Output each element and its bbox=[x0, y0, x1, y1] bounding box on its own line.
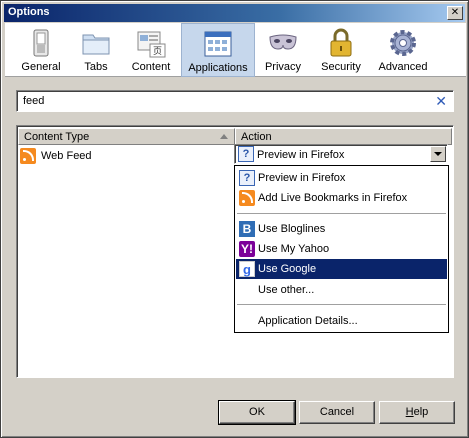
tab-privacy[interactable]: Privacy bbox=[257, 23, 309, 77]
applications-window-icon bbox=[204, 31, 232, 57]
options-window: Options ✕ General Tabs 页 Content Applica… bbox=[0, 0, 469, 438]
close-icon: ✕ bbox=[450, 7, 460, 18]
advanced-gear-icon bbox=[390, 30, 416, 56]
menu-item-label: Use My Yahoo bbox=[258, 243, 330, 255]
menu-item-label: Use Google bbox=[258, 263, 317, 275]
menu-item-use-bloglines[interactable]: B Use Bloglines bbox=[236, 219, 447, 239]
menu-item-application-details[interactable]: Application Details... bbox=[236, 311, 447, 331]
privacy-mask-icon bbox=[269, 34, 297, 50]
tab-advanced[interactable]: Advanced bbox=[371, 23, 435, 77]
sort-ascending-icon bbox=[220, 134, 228, 139]
menu-item-use-google[interactable]: g Use Google bbox=[236, 259, 447, 279]
search-text: feed bbox=[23, 95, 45, 107]
tab-advanced-label: Advanced bbox=[378, 61, 428, 73]
tab-tabs[interactable]: Tabs bbox=[71, 23, 121, 77]
tab-general-label: General bbox=[21, 61, 61, 73]
action-dropdown[interactable]: ? Preview in Firefox bbox=[234, 144, 448, 164]
svg-text:页: 页 bbox=[153, 46, 162, 57]
help-button-label: Help bbox=[405, 406, 429, 418]
column-header-content-type[interactable]: Content Type bbox=[18, 128, 235, 145]
column-header-action[interactable]: Action bbox=[235, 128, 452, 145]
menu-item-label: Add Live Bookmarks in Firefox bbox=[258, 192, 408, 204]
help-button[interactable]: Help bbox=[379, 401, 455, 424]
column-header-label: Content Type bbox=[24, 131, 90, 143]
menu-item-label: Preview in Firefox bbox=[258, 172, 346, 184]
tab-security[interactable]: Security bbox=[313, 23, 369, 77]
menu-separator bbox=[237, 304, 446, 305]
title-bar[interactable]: Options ✕ bbox=[4, 4, 465, 22]
preview-icon: ? bbox=[238, 146, 254, 162]
tab-applications-label: Applications bbox=[188, 62, 248, 74]
chevron-down-icon[interactable] bbox=[430, 146, 446, 162]
tab-content-label: Content bbox=[131, 61, 171, 73]
clear-search-icon[interactable]: ✕ bbox=[435, 93, 447, 110]
tab-content[interactable]: 页 Content bbox=[123, 23, 179, 77]
tab-privacy-label: Privacy bbox=[264, 61, 302, 73]
cancel-button[interactable]: Cancel bbox=[299, 401, 375, 424]
menu-item-label: Application Details... bbox=[258, 315, 358, 327]
tab-general[interactable]: General bbox=[11, 23, 71, 77]
tab-applications[interactable]: Applications bbox=[181, 23, 255, 77]
menu-item-label: Use Bloglines bbox=[258, 223, 326, 235]
ok-button[interactable]: OK bbox=[218, 400, 296, 425]
tab-security-label: Security bbox=[321, 61, 361, 73]
action-menu: ? Preview in Firefox Add Live Bookmarks … bbox=[234, 165, 449, 333]
cancel-button-label: Cancel bbox=[319, 406, 355, 418]
content-page-icon: 页 bbox=[137, 31, 166, 58]
ok-button-label: OK bbox=[249, 406, 265, 418]
bloglines-icon: B bbox=[239, 221, 255, 237]
preview-icon: ? bbox=[239, 170, 255, 186]
search-input[interactable]: feed ✕ bbox=[16, 90, 454, 112]
tabs-folder-icon bbox=[82, 34, 110, 55]
preferences-toolbar: General Tabs 页 Content Applications Priv… bbox=[5, 23, 466, 77]
menu-separator bbox=[237, 213, 446, 214]
general-switch-icon bbox=[33, 29, 49, 57]
menu-item-use-other[interactable]: Use other... bbox=[236, 280, 447, 300]
menu-item-label: Use other... bbox=[258, 284, 315, 296]
tab-tabs-label: Tabs bbox=[84, 61, 108, 73]
menu-item-preview-in-firefox[interactable]: ? Preview in Firefox bbox=[236, 168, 447, 188]
google-icon: g bbox=[239, 261, 255, 277]
menu-item-use-my-yahoo[interactable]: Y! Use My Yahoo bbox=[236, 239, 447, 259]
yahoo-icon: Y! bbox=[239, 241, 255, 257]
security-lock-icon bbox=[330, 28, 352, 57]
action-dropdown-value: Preview in Firefox bbox=[257, 149, 345, 161]
close-button[interactable]: ✕ bbox=[447, 6, 463, 20]
feed-icon bbox=[239, 190, 255, 206]
window-title: Options bbox=[8, 6, 50, 18]
menu-item-add-live-bookmarks[interactable]: Add Live Bookmarks in Firefox bbox=[236, 188, 447, 208]
content-type-cell: Web Feed bbox=[41, 150, 92, 162]
feed-icon bbox=[20, 148, 36, 164]
column-header-label: Action bbox=[241, 131, 272, 143]
